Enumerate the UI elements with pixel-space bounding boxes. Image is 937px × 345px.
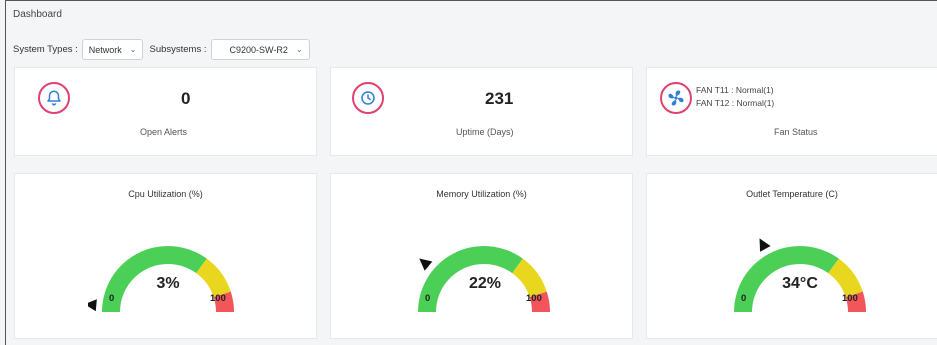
- gauge-min-label: 0: [109, 293, 115, 304]
- gauge-arc: [418, 246, 550, 312]
- chevron-down-icon: ⌄: [129, 45, 137, 54]
- fan-status-line: FAN T12 : Normal(1): [696, 98, 775, 108]
- cpu-gauge-card: Cpu Utilization (%) 3% 0 100: [14, 173, 317, 339]
- gauge-pointer: [88, 299, 97, 312]
- gauge-title: Outlet Temperature (C): [746, 189, 838, 199]
- system-type-select[interactable]: Network ⌄: [81, 39, 144, 60]
- memory-gauge-card: Memory Utilization (%) 22% 0 100: [330, 173, 633, 339]
- gauge-value: 3%: [156, 275, 180, 292]
- chevron-down-icon: ⌄: [295, 45, 303, 54]
- subsystems-label: Subsystems :: [149, 44, 207, 55]
- gauge-pointer: [419, 258, 433, 271]
- gauge-title: Cpu Utilization (%): [128, 189, 203, 199]
- gauge-max-label: 100: [210, 293, 226, 304]
- gauge-value: 22%: [468, 275, 502, 292]
- fan-status-label: Fan Status: [774, 127, 818, 137]
- gauge-title: Memory Utilization (%): [436, 189, 527, 199]
- uptime-label: Uptime (Days): [456, 127, 514, 137]
- uptime-value: 231: [485, 89, 514, 108]
- gauge-min-label: 0: [425, 293, 431, 304]
- gauge-max-label: 100: [842, 293, 858, 304]
- temperature-gauge-card: Outlet Temperature (C) 34°C 0 100: [646, 173, 937, 339]
- fan-lines: FAN T11 : Normal(1) FAN T12 : Normal(1): [696, 84, 774, 110]
- gauge-max-label: 100: [526, 293, 542, 304]
- system-types-label: System Types :: [13, 44, 78, 55]
- uptime-card: 231 Uptime (Days): [330, 67, 633, 156]
- gauge-min-label: 0: [741, 293, 747, 304]
- subsystem-select[interactable]: C9200-SW-R2 ⌄: [210, 39, 310, 60]
- system-type-value: Network: [88, 44, 122, 55]
- open-alerts-label: Open Alerts: [140, 127, 188, 137]
- fan-icon: [660, 82, 692, 114]
- open-alerts-card: 0 Open Alerts: [14, 67, 317, 156]
- filter-bar: System Types : Network ⌄ Subsystems : C9…: [13, 39, 316, 60]
- bell-icon: [38, 82, 70, 114]
- subsystem-value: C9200-SW-R2: [229, 44, 288, 55]
- dashboard-frame: Dashboard System Types : Network ⌄ Subsy…: [5, 0, 937, 345]
- gauge-pointer: [759, 238, 771, 252]
- gauge-arc: [88, 246, 234, 312]
- gauge-arc: [734, 238, 866, 312]
- fan-status-card: FAN T11 : Normal(1) FAN T12 : Normal(1) …: [646, 67, 937, 156]
- open-alerts-value: 0: [181, 89, 191, 108]
- page-title: Dashboard: [13, 9, 62, 20]
- gauge-value: 34°C: [782, 275, 818, 292]
- fan-status-line: FAN T11 : Normal(1): [696, 85, 774, 95]
- clock-icon: [352, 82, 384, 114]
